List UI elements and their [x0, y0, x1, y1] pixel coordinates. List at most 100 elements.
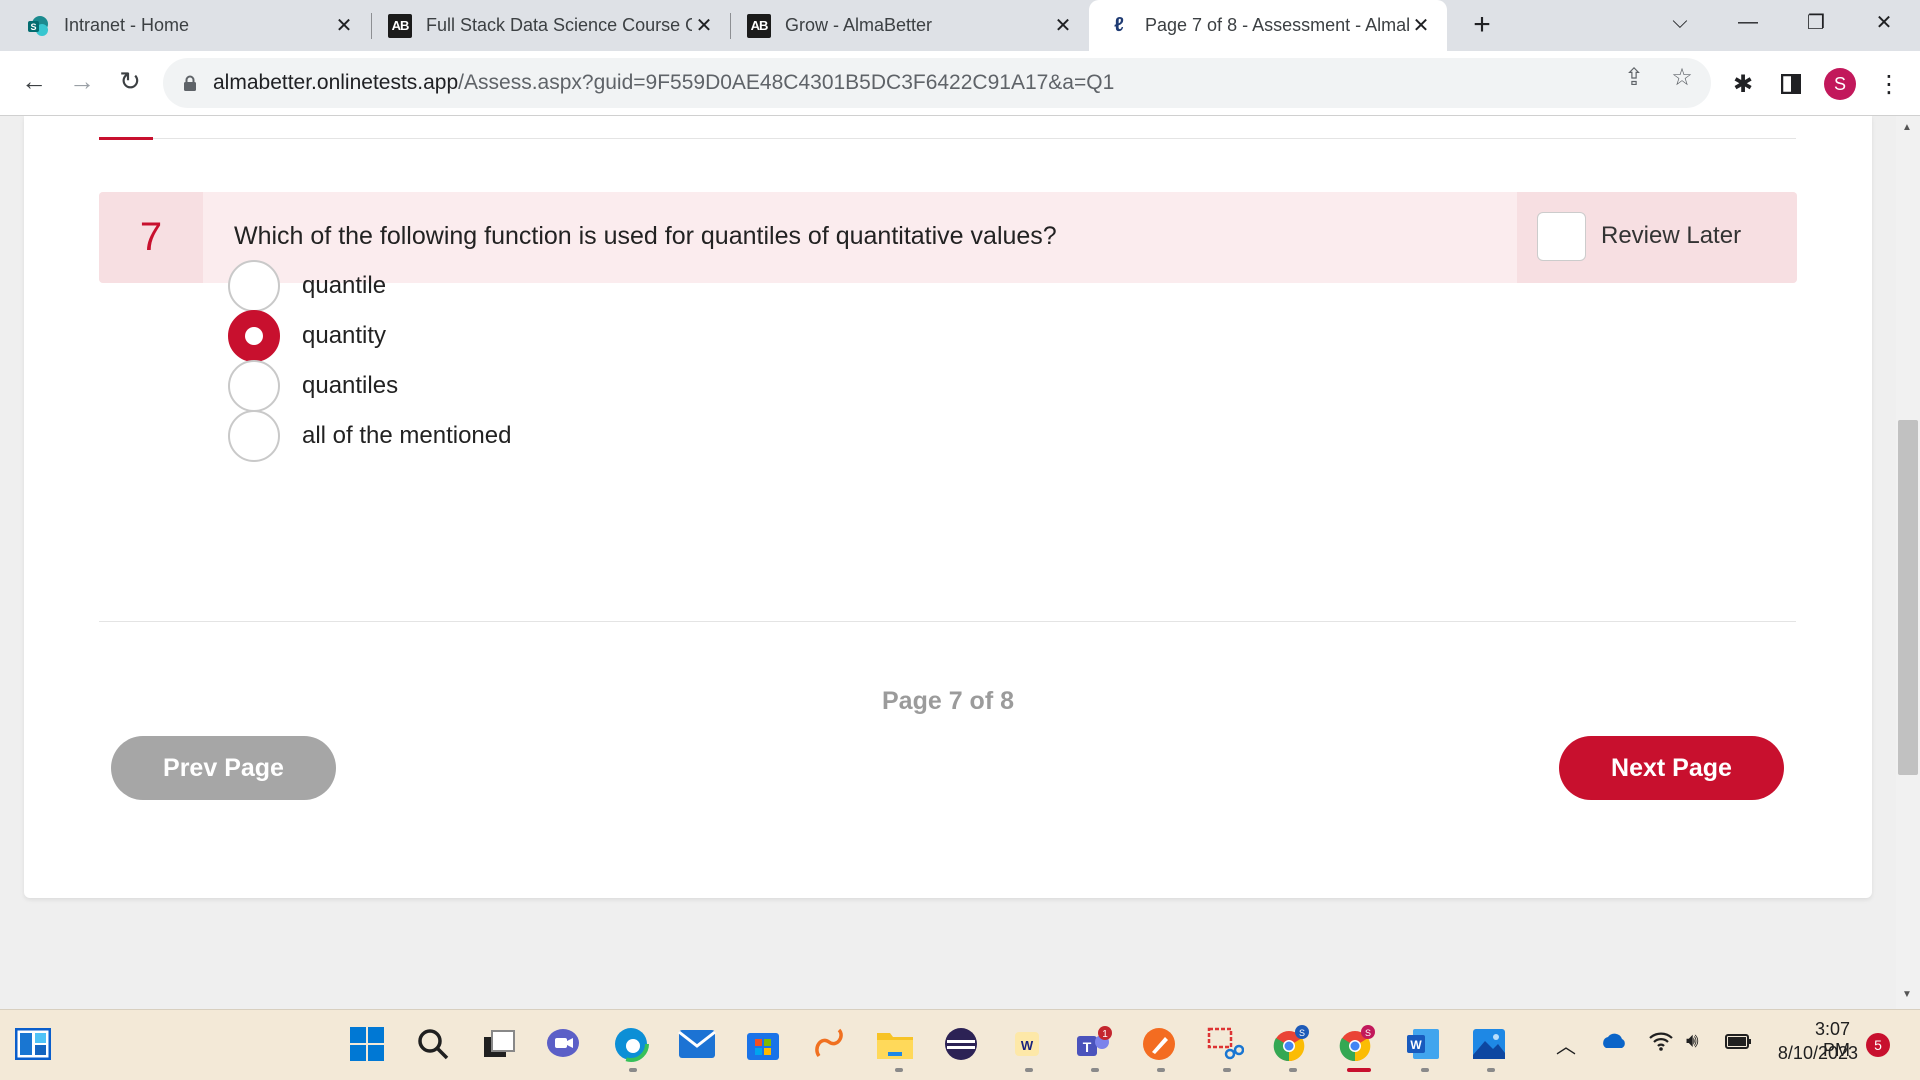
- snipping-tool-icon[interactable]: [1204, 1023, 1246, 1065]
- teams-chat-icon[interactable]: [542, 1023, 584, 1065]
- answer-option-quantity[interactable]: quantity: [228, 310, 386, 362]
- paint-pen-icon[interactable]: [1138, 1023, 1180, 1065]
- app-running-indicator: [1223, 1068, 1231, 1072]
- microsoft-store-icon[interactable]: [742, 1023, 784, 1065]
- option-label: quantity: [302, 322, 387, 349]
- next-page-button[interactable]: Next Page: [1559, 736, 1784, 800]
- tab-title: Intranet - Home: [64, 15, 190, 35]
- url-host: almabetter.onlinetests.app: [213, 71, 459, 94]
- question-text: Which of the following function is used …: [234, 222, 1057, 250]
- share-icon[interactable]: ⇪: [1620, 63, 1648, 91]
- photos-icon[interactable]: [1468, 1023, 1510, 1065]
- option-label: quantile: [302, 272, 387, 299]
- browser-toolbar: ← → ↻ almabetter.onlinetests.app/Assess.…: [0, 51, 1920, 116]
- option-label: all of the mentioned: [302, 422, 512, 449]
- browser-tab-strip: S Intranet - Home ✕ AB Full Stack Data S…: [0, 0, 1920, 51]
- show-hidden-icons-chevron-icon[interactable]: ︿: [1556, 1030, 1576, 1059]
- chrome-active-profile-icon[interactable]: S: [1336, 1023, 1378, 1065]
- link-app-icon[interactable]: [808, 1023, 850, 1065]
- review-later-checkbox[interactable]: [1537, 212, 1586, 261]
- svg-text:S: S: [30, 22, 36, 32]
- tab-assessment[interactable]: ℓ Page 7 of 8 - Assessment - Almal ✕: [1089, 0, 1447, 51]
- radio-button[interactable]: [228, 360, 280, 412]
- wifi-icon[interactable]: [1648, 1030, 1674, 1058]
- forward-arrow-icon[interactable]: →: [62, 61, 102, 101]
- prev-page-button[interactable]: Prev Page: [111, 736, 336, 800]
- task-view-icon[interactable]: [478, 1023, 520, 1065]
- scroll-up-arrow-icon[interactable]: ▲: [1902, 122, 1912, 133]
- close-icon[interactable]: ✕: [692, 13, 716, 38]
- svg-text:W: W: [1021, 1038, 1034, 1053]
- onedrive-icon[interactable]: [1600, 1030, 1628, 1056]
- close-icon[interactable]: ✕: [1409, 13, 1433, 38]
- tab-full-stack-course[interactable]: AB Full Stack Data Science Course O ✕: [372, 0, 730, 51]
- restore-icon[interactable]: ❐: [1786, 0, 1846, 44]
- bookmark-star-icon[interactable]: ☆: [1668, 63, 1696, 91]
- teams-badge-count: 1: [1102, 1029, 1108, 1040]
- volume-icon[interactable]: 🔊︎: [1686, 1030, 1699, 1053]
- tab-intranet-home[interactable]: S Intranet - Home ✕: [0, 0, 370, 51]
- scroll-down-arrow-icon[interactable]: ▼: [1902, 989, 1912, 1000]
- answer-option-quantile[interactable]: quantile: [228, 260, 386, 312]
- eclipse-ide-icon[interactable]: [940, 1023, 982, 1065]
- tab-grow-almabetter[interactable]: AB Grow - AlmaBetter ✕: [731, 0, 1089, 51]
- more-menu-icon[interactable]: ⋮: [1874, 69, 1904, 99]
- option-label: quantiles: [302, 372, 399, 399]
- scrollbar-thumb[interactable]: [1898, 420, 1918, 775]
- widgets-icon[interactable]: [12, 1023, 54, 1065]
- app-running-indicator: [895, 1068, 903, 1072]
- radio-button-selected[interactable]: [228, 310, 280, 362]
- new-tab-button[interactable]: +: [1452, 3, 1512, 47]
- teams-icon[interactable]: T1: [1072, 1023, 1114, 1065]
- radio-button[interactable]: [228, 260, 280, 312]
- file-explorer-icon[interactable]: [874, 1023, 916, 1065]
- app-running-indicator: [1025, 1068, 1033, 1072]
- windows-start-icon[interactable]: [346, 1023, 388, 1065]
- tab-search-chevron-icon[interactable]: ⌵: [1650, 0, 1710, 44]
- tab-title: Full Stack Data Science Course O: [426, 15, 692, 35]
- battery-icon[interactable]: [1724, 1030, 1752, 1058]
- app-running-indicator: [1421, 1068, 1429, 1072]
- answer-option-quantiles[interactable]: quantiles: [228, 360, 398, 412]
- edge-browser-icon[interactable]: [610, 1023, 652, 1065]
- side-panel-icon[interactable]: [1776, 69, 1806, 99]
- review-later-label: Review Later: [1601, 222, 1742, 249]
- svg-text:W: W: [1410, 1038, 1422, 1052]
- accent-bar: [99, 137, 153, 140]
- mail-icon[interactable]: [676, 1023, 718, 1065]
- close-icon[interactable]: ✕: [1051, 13, 1075, 38]
- close-icon[interactable]: ✕: [332, 13, 356, 38]
- tab-title: Grow - AlmaBetter: [785, 15, 933, 35]
- address-bar[interactable]: almabetter.onlinetests.app/Assess.aspx?g…: [163, 58, 1711, 108]
- radio-button[interactable]: [228, 410, 280, 462]
- chrome-profile-icon[interactable]: S: [1270, 1023, 1312, 1065]
- assessment-icon: ℓ: [1114, 14, 1124, 36]
- svg-text:T: T: [1083, 1039, 1092, 1055]
- notification-badge[interactable]: 5: [1866, 1033, 1890, 1057]
- page-indicator: Page 7 of 8: [882, 687, 1014, 715]
- almabetter-icon: AB: [747, 13, 771, 38]
- assessment-card: 7 Which of the following function is use…: [24, 116, 1872, 898]
- word-pad-icon[interactable]: W: [1006, 1023, 1048, 1065]
- extensions-puzzle-icon[interactable]: ✱: [1728, 69, 1758, 99]
- profile-avatar[interactable]: S: [1824, 68, 1856, 100]
- review-later-toggle[interactable]: Review Later: [1517, 192, 1797, 283]
- almabetter-icon: AB: [388, 13, 412, 38]
- word-icon[interactable]: W: [1402, 1023, 1444, 1065]
- divider: [99, 621, 1796, 622]
- app-active-indicator: [1347, 1068, 1371, 1072]
- back-arrow-icon[interactable]: ←: [14, 61, 54, 101]
- app-running-indicator: [1487, 1068, 1495, 1072]
- lock-icon: [183, 75, 197, 91]
- question-number: 7: [99, 192, 203, 283]
- app-running-indicator: [1157, 1068, 1165, 1072]
- sharepoint-icon: S: [26, 14, 50, 38]
- window-close-icon[interactable]: ✕: [1854, 0, 1914, 44]
- app-running-indicator: [1289, 1068, 1297, 1072]
- reload-icon[interactable]: ↻: [110, 61, 150, 101]
- page-viewport: 7 Which of the following function is use…: [0, 116, 1920, 1009]
- minimize-icon[interactable]: —: [1718, 0, 1778, 44]
- search-icon[interactable]: [412, 1023, 454, 1065]
- clock-date[interactable]: 8/10/2023: [1770, 1043, 1858, 1064]
- answer-option-all-of-the-mentioned[interactable]: all of the mentioned: [228, 410, 511, 462]
